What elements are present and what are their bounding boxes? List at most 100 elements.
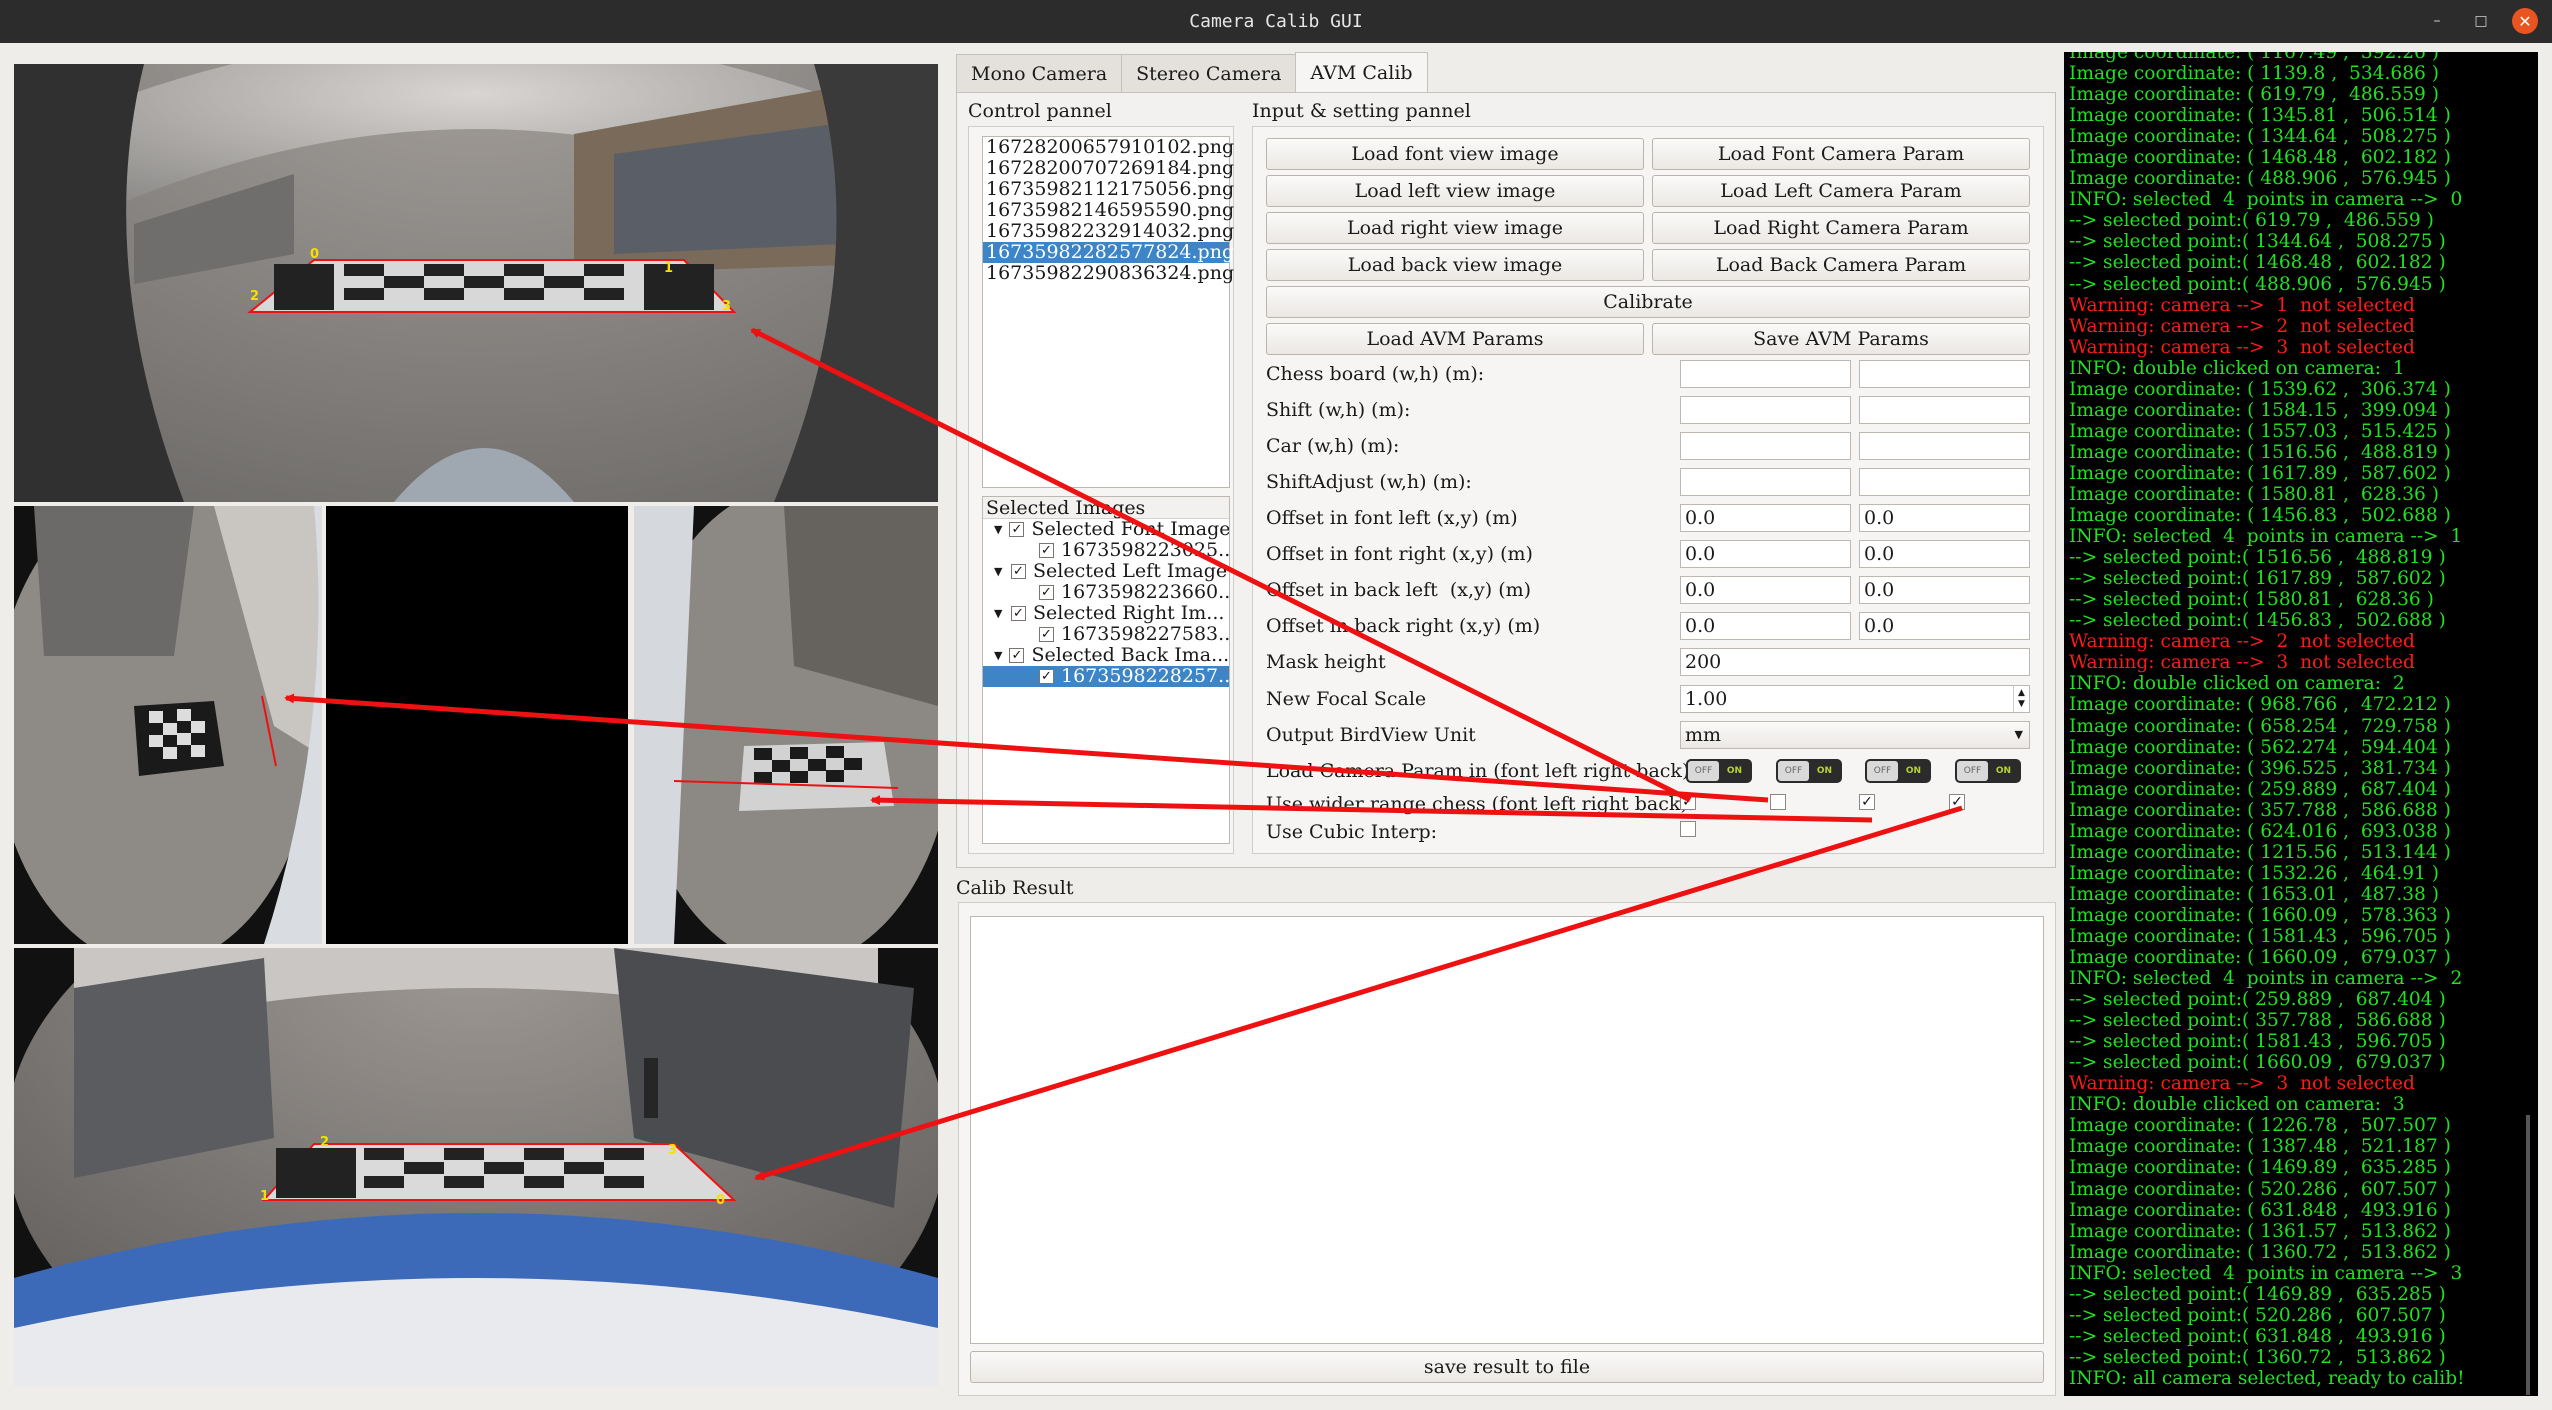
wider-range-checkbox-right[interactable]: ✓ bbox=[1859, 794, 1875, 810]
checkbox[interactable]: ✓ bbox=[1011, 564, 1026, 579]
terminal-line: INFO: selected 4 points in camera --> 3 bbox=[2069, 1262, 2463, 1284]
terminal-line: Image coordinate: ( 1532.26 , 464.91 ) bbox=[2069, 862, 2440, 884]
offset-back-right-x-input[interactable]: 0.0 bbox=[1680, 612, 1851, 640]
checkbox[interactable]: ✓ bbox=[1039, 669, 1054, 684]
load-back-view-button[interactable]: Load back view image bbox=[1266, 249, 1644, 281]
load-left-view-button[interactable]: Load left view image bbox=[1266, 175, 1644, 207]
calib-result-textarea[interactable] bbox=[970, 916, 2044, 1344]
checkbox[interactable]: ✓ bbox=[1009, 648, 1025, 663]
tree-item[interactable]: ✓ 1673598223025... bbox=[983, 540, 1229, 561]
back-camera-image: 0 1 2 3 bbox=[14, 948, 938, 1386]
file-list-item[interactable]: 16728200657910102.png bbox=[983, 137, 1234, 158]
terminal-scrollbar[interactable] bbox=[2526, 1115, 2530, 1395]
front-camera-view[interactable]: 0 1 2 3 bbox=[14, 64, 938, 502]
checkbox[interactable]: ✓ bbox=[1039, 585, 1054, 600]
focal-scale-spinbox[interactable]: 1.00 ▲ ▼ bbox=[1680, 685, 2030, 713]
image-file-list[interactable]: 16728200657910102.png 16728200707269184.… bbox=[982, 136, 1234, 488]
spin-arrows-icon[interactable]: ▲ ▼ bbox=[2013, 686, 2029, 712]
checkbox[interactable]: ✓ bbox=[1039, 543, 1054, 558]
cubic-interp-checkbox[interactable]: ✓ bbox=[1680, 821, 1696, 837]
terminal-line: INFO: double clicked on camera: 2 bbox=[2069, 673, 2405, 695]
load-back-param-button[interactable]: Load Back Camera Param bbox=[1652, 249, 2030, 281]
right-camera-view[interactable] bbox=[634, 506, 938, 944]
file-list-item[interactable]: 16735982146595590.png bbox=[983, 200, 1234, 221]
offset-font-right-y-input[interactable]: 0.0 bbox=[1859, 540, 2030, 568]
shift-adjust-h-input[interactable] bbox=[1859, 468, 2030, 496]
offset-font-left-y-input[interactable]: 0.0 bbox=[1859, 504, 2030, 532]
back-camera-view[interactable]: 0 1 2 3 bbox=[14, 948, 938, 1386]
save-avm-params-button[interactable]: Save AVM Params bbox=[1652, 323, 2030, 355]
offset-back-left-x-input[interactable]: 0.0 bbox=[1680, 576, 1851, 604]
save-result-button[interactable]: save result to file bbox=[970, 1351, 2044, 1383]
offset-font-left-x-input[interactable]: 0.0 bbox=[1680, 504, 1851, 532]
car-w-input[interactable] bbox=[1680, 432, 1851, 460]
wider-range-checkbox-back[interactable]: ✓ bbox=[1949, 794, 1965, 810]
checkbox[interactable]: ✓ bbox=[1039, 627, 1054, 642]
expand-arrow-icon[interactable]: ▼ bbox=[994, 519, 1002, 540]
load-param-toggle-back[interactable]: OFF ON bbox=[1955, 759, 2021, 783]
tab-avm-calib[interactable]: AVM Calib bbox=[1295, 52, 1428, 92]
tree-group-left[interactable]: ▼ ✓ Selected Left Image bbox=[983, 561, 1229, 582]
tab-mono-camera[interactable]: Mono Camera bbox=[956, 54, 1123, 92]
tree-item-selected[interactable]: ✓ 1673598228257... bbox=[983, 666, 1229, 687]
shift-adjust-w-input[interactable] bbox=[1680, 468, 1851, 496]
selected-images-tree[interactable]: Selected Images ▼ ✓ Selected Font Image ✓ 1… bbox=[982, 496, 1230, 844]
checkbox[interactable]: ✓ bbox=[1011, 606, 1026, 621]
chess-board-h-input[interactable] bbox=[1859, 360, 2030, 388]
tree-item[interactable]: ✓ 1673598227583... bbox=[983, 624, 1229, 645]
terminal-output[interactable]: Image coordinate: ( 1167.49 , 392.26 ) Im… bbox=[2064, 52, 2538, 1396]
terminal-line: Image coordinate: ( 488.906 , 576.945 ) bbox=[2069, 168, 2451, 190]
back-label-1: 1 bbox=[260, 1189, 269, 1204]
tab-stereo-camera[interactable]: Stereo Camera bbox=[1121, 54, 1297, 92]
offset-back-left-y-input[interactable]: 0.0 bbox=[1859, 576, 2030, 604]
shift-h-input[interactable] bbox=[1859, 396, 2030, 424]
expand-arrow-icon[interactable]: ▼ bbox=[994, 603, 1004, 624]
load-param-toggle-right[interactable]: OFF ON bbox=[1865, 759, 1931, 783]
terminal-line: Image coordinate: ( 1660.09 , 679.037 ) bbox=[2069, 947, 2451, 969]
tree-item[interactable]: ✓ 1673598223660... bbox=[983, 582, 1229, 603]
load-font-param-button[interactable]: Load Font Camera Param bbox=[1652, 138, 2030, 170]
calibrate-button[interactable]: Calibrate bbox=[1266, 286, 2030, 318]
load-right-view-button[interactable]: Load right view image bbox=[1266, 212, 1644, 244]
tree-group-back[interactable]: ▼ ✓ Selected Back Ima... bbox=[983, 645, 1229, 666]
wider-range-checkbox-left[interactable]: ✓ bbox=[1770, 794, 1786, 810]
terminal-line: Image coordinate: ( 1361.57 , 513.862 ) bbox=[2069, 1220, 2451, 1242]
tab-bar: Mono Camera Stereo Camera AVM Calib bbox=[956, 52, 1428, 92]
front-camera-image: 0 1 2 3 bbox=[14, 64, 938, 502]
tree-group-right[interactable]: ▼ ✓ Selected Right Im... bbox=[983, 603, 1229, 624]
expand-arrow-icon[interactable]: ▼ bbox=[994, 645, 1002, 666]
file-list-item[interactable]: 16735982112175056.png bbox=[983, 179, 1234, 200]
terminal-line: Image coordinate: ( 1557.03 , 515.425 ) bbox=[2069, 420, 2451, 442]
offset-back-right-y-input[interactable]: 0.0 bbox=[1859, 612, 2030, 640]
left-camera-view[interactable] bbox=[14, 506, 322, 944]
load-font-view-button[interactable]: Load font view image bbox=[1266, 138, 1644, 170]
shift-w-input[interactable] bbox=[1680, 396, 1851, 424]
car-h-input[interactable] bbox=[1859, 432, 2030, 460]
tree-group-font[interactable]: ▼ ✓ Selected Font Image bbox=[983, 519, 1229, 540]
load-param-toggle-font[interactable]: OFF ON bbox=[1686, 759, 1752, 783]
checkbox[interactable]: ✓ bbox=[1009, 522, 1025, 537]
wider-range-checkbox-font[interactable]: ✓ bbox=[1680, 794, 1696, 810]
front-label-1: 1 bbox=[664, 261, 673, 276]
chevron-down-icon[interactable]: ▼ bbox=[2015, 722, 2023, 748]
load-left-param-button[interactable]: Load Left Camera Param bbox=[1652, 175, 2030, 207]
file-list-item[interactable]: 16735982232914032.png bbox=[983, 221, 1234, 242]
birdview-unit-select[interactable]: mm ▼ bbox=[1680, 721, 2030, 749]
file-list-item[interactable]: 16735982290836324.png bbox=[983, 263, 1234, 284]
focal-scale-label: New Focal Scale bbox=[1266, 688, 1427, 710]
minimize-icon[interactable]: – bbox=[2424, 8, 2450, 34]
offset-font-right-x-input[interactable]: 0.0 bbox=[1680, 540, 1851, 568]
chess-board-w-input[interactable] bbox=[1680, 360, 1851, 388]
mask-height-input[interactable]: 200 bbox=[1680, 648, 2030, 676]
offset-back-right-label: Offset in back right (x,y) (m) bbox=[1266, 615, 1541, 637]
load-param-toggle-left[interactable]: OFF ON bbox=[1776, 759, 1842, 783]
maximize-icon[interactable]: □ bbox=[2468, 8, 2494, 34]
file-list-item-selected[interactable]: 16735982282577824.png bbox=[983, 242, 1234, 263]
window-title: Camera Calib GUI bbox=[1189, 11, 1363, 32]
expand-arrow-icon[interactable]: ▼ bbox=[994, 561, 1004, 582]
load-right-param-button[interactable]: Load Right Camera Param bbox=[1652, 212, 2030, 244]
close-icon[interactable]: ✕ bbox=[2512, 8, 2538, 34]
load-avm-params-button[interactable]: Load AVM Params bbox=[1266, 323, 1644, 355]
terminal-line: Image coordinate: ( 1516.56 , 488.819 ) bbox=[2069, 441, 2451, 463]
file-list-item[interactable]: 16728200707269184.png bbox=[983, 158, 1234, 179]
